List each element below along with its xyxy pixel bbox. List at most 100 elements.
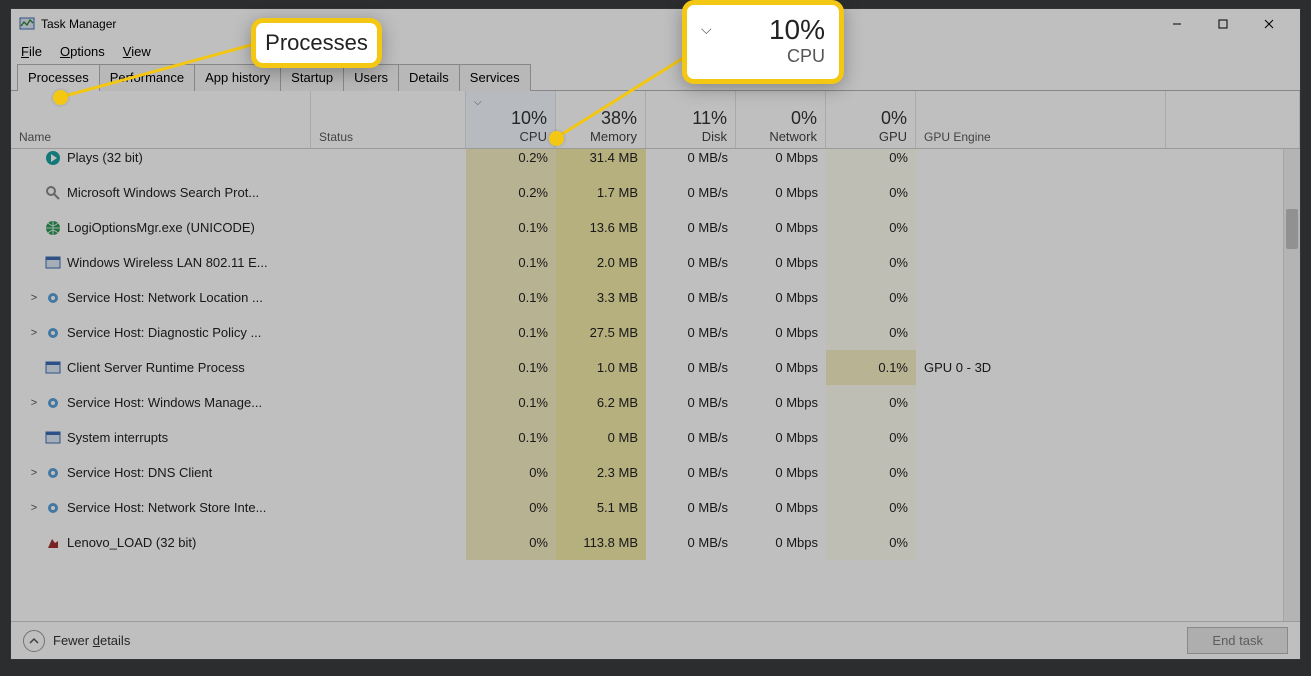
tab-performance[interactable]: Performance xyxy=(99,64,195,91)
cpu-cell: 0.1% xyxy=(466,210,556,245)
menubar: File Options View xyxy=(11,39,1300,63)
cpu-cell: 0.1% xyxy=(466,315,556,350)
network-cell: 0 Mbps xyxy=(736,350,826,385)
process-name: Service Host: DNS Client xyxy=(67,465,212,480)
disk-cell: 0 MB/s xyxy=(646,245,736,280)
cpu-cell: 0.1% xyxy=(466,350,556,385)
network-cell: 0 Mbps xyxy=(736,455,826,490)
gpu-cell: 0% xyxy=(826,210,916,245)
process-name: Client Server Runtime Process xyxy=(67,360,245,375)
table-row[interactable]: Lenovo_LOAD (32 bit)0%113.8 MB0 MB/s0 Mb… xyxy=(11,525,1300,560)
gear-icon xyxy=(45,500,61,516)
expand-icon[interactable]: > xyxy=(29,502,39,514)
gpu-engine-cell xyxy=(916,315,1166,350)
status-cell xyxy=(311,420,466,455)
cpu-cell: 0.1% xyxy=(466,245,556,280)
tabbar: Processes Performance App history Startu… xyxy=(11,63,1300,91)
table-row[interactable]: System interrupts0.1%0 MB0 MB/s0 Mbps0% xyxy=(11,420,1300,455)
table-row[interactable]: Client Server Runtime Process0.1%1.0 MB0… xyxy=(11,350,1300,385)
gpu-cell: 0% xyxy=(826,525,916,560)
network-cell: 0 Mbps xyxy=(736,420,826,455)
chevron-down-icon: ⌵ xyxy=(695,21,712,38)
disk-cell: 0 MB/s xyxy=(646,315,736,350)
end-task-button[interactable]: End task xyxy=(1187,627,1288,654)
status-cell xyxy=(311,525,466,560)
maximize-button[interactable] xyxy=(1200,9,1246,39)
memory-cell: 6.2 MB xyxy=(556,385,646,420)
gpu-cell: 0% xyxy=(826,385,916,420)
task-manager-icon xyxy=(19,16,35,32)
tab-services[interactable]: Services xyxy=(459,64,531,91)
process-name: Service Host: Network Store Inte... xyxy=(67,500,266,515)
table-row[interactable]: >Service Host: Network Store Inte...0%5.… xyxy=(11,490,1300,525)
gpu-engine-cell xyxy=(916,149,1166,175)
expand-icon[interactable]: > xyxy=(29,467,39,479)
col-status[interactable]: Status xyxy=(311,91,466,148)
tab-details[interactable]: Details xyxy=(398,64,460,91)
table-row[interactable]: Windows Wireless LAN 802.11 E...0.1%2.0 … xyxy=(11,245,1300,280)
fewer-details-button[interactable]: Fewer details xyxy=(23,630,130,652)
win-icon xyxy=(45,255,61,271)
sort-chevron-icon: ⌵ xyxy=(474,97,482,108)
status-cell xyxy=(311,490,466,525)
scrollbar[interactable] xyxy=(1283,149,1300,621)
gpu-engine-cell xyxy=(916,525,1166,560)
disk-cell: 0 MB/s xyxy=(646,175,736,210)
table-row[interactable]: >Service Host: DNS Client0%2.3 MB0 MB/s0… xyxy=(11,455,1300,490)
table-row[interactable]: Plays (32 bit)0.2%31.4 MB0 MB/s0 Mbps0% xyxy=(11,149,1300,175)
col-disk[interactable]: 11%Disk xyxy=(646,91,736,148)
cpu-cell: 0.1% xyxy=(466,420,556,455)
table-row[interactable]: >Service Host: Windows Manage...0.1%6.2 … xyxy=(11,385,1300,420)
status-cell xyxy=(311,245,466,280)
menu-file[interactable]: File xyxy=(21,44,42,59)
network-cell: 0 Mbps xyxy=(736,525,826,560)
disk-cell: 0 MB/s xyxy=(646,149,736,175)
col-network[interactable]: 0%Network xyxy=(736,91,826,148)
win-icon xyxy=(45,360,61,376)
process-name: Lenovo_LOAD (32 bit) xyxy=(67,535,196,550)
table-row[interactable]: LogiOptionsMgr.exe (UNICODE)0.1%13.6 MB0… xyxy=(11,210,1300,245)
memory-cell: 3.3 MB xyxy=(556,280,646,315)
status-cell xyxy=(311,315,466,350)
status-cell xyxy=(311,455,466,490)
expand-icon[interactable]: > xyxy=(29,327,39,339)
globe-icon xyxy=(45,220,61,236)
network-cell: 0 Mbps xyxy=(736,385,826,420)
scroll-thumb[interactable] xyxy=(1286,209,1298,249)
table-row[interactable]: >Service Host: Network Location ...0.1%3… xyxy=(11,280,1300,315)
table-row[interactable]: Microsoft Windows Search Prot...0.2%1.7 … xyxy=(11,175,1300,210)
table-row[interactable]: > Service Host: Diagnostic Policy ... 0.1%… xyxy=(11,315,1300,350)
tab-processes[interactable]: Processes xyxy=(17,64,100,91)
gpu-engine-cell xyxy=(916,420,1166,455)
cpu-cell: 0.2% xyxy=(466,149,556,175)
callout-dot xyxy=(549,131,564,146)
memory-cell: 2.0 MB xyxy=(556,245,646,280)
cpu-cell: 0% xyxy=(466,455,556,490)
tab-startup[interactable]: Startup xyxy=(280,64,344,91)
expand-icon[interactable]: > xyxy=(29,397,39,409)
close-button[interactable] xyxy=(1246,9,1292,39)
col-cpu[interactable]: ⌵ 10% CPU xyxy=(466,91,556,148)
memory-cell: 13.6 MB xyxy=(556,210,646,245)
disk-cell: 0 MB/s xyxy=(646,525,736,560)
process-name: Service Host: Diagnostic Policy ... xyxy=(67,325,261,340)
col-gpu[interactable]: 0%GPU xyxy=(826,91,916,148)
memory-cell: 2.3 MB xyxy=(556,455,646,490)
status-cell xyxy=(311,280,466,315)
menu-view[interactable]: View xyxy=(123,44,151,59)
play-icon xyxy=(45,150,61,166)
col-gpu-engine[interactable]: GPU Engine xyxy=(916,91,1166,148)
tab-app-history[interactable]: App history xyxy=(194,64,281,91)
gear-icon xyxy=(45,325,61,341)
network-cell: 0 Mbps xyxy=(736,280,826,315)
minimize-button[interactable] xyxy=(1154,9,1200,39)
tab-users[interactable]: Users xyxy=(343,64,399,91)
menu-options[interactable]: Options xyxy=(60,44,105,59)
col-memory[interactable]: 38%Memory xyxy=(556,91,646,148)
disk-cell: 0 MB/s xyxy=(646,385,736,420)
expand-icon[interactable]: > xyxy=(29,292,39,304)
cpu-cell: 0.1% xyxy=(466,385,556,420)
gpu-engine-cell xyxy=(916,490,1166,525)
network-cell: 0 Mbps xyxy=(736,315,826,350)
gpu-cell: 0% xyxy=(826,420,916,455)
